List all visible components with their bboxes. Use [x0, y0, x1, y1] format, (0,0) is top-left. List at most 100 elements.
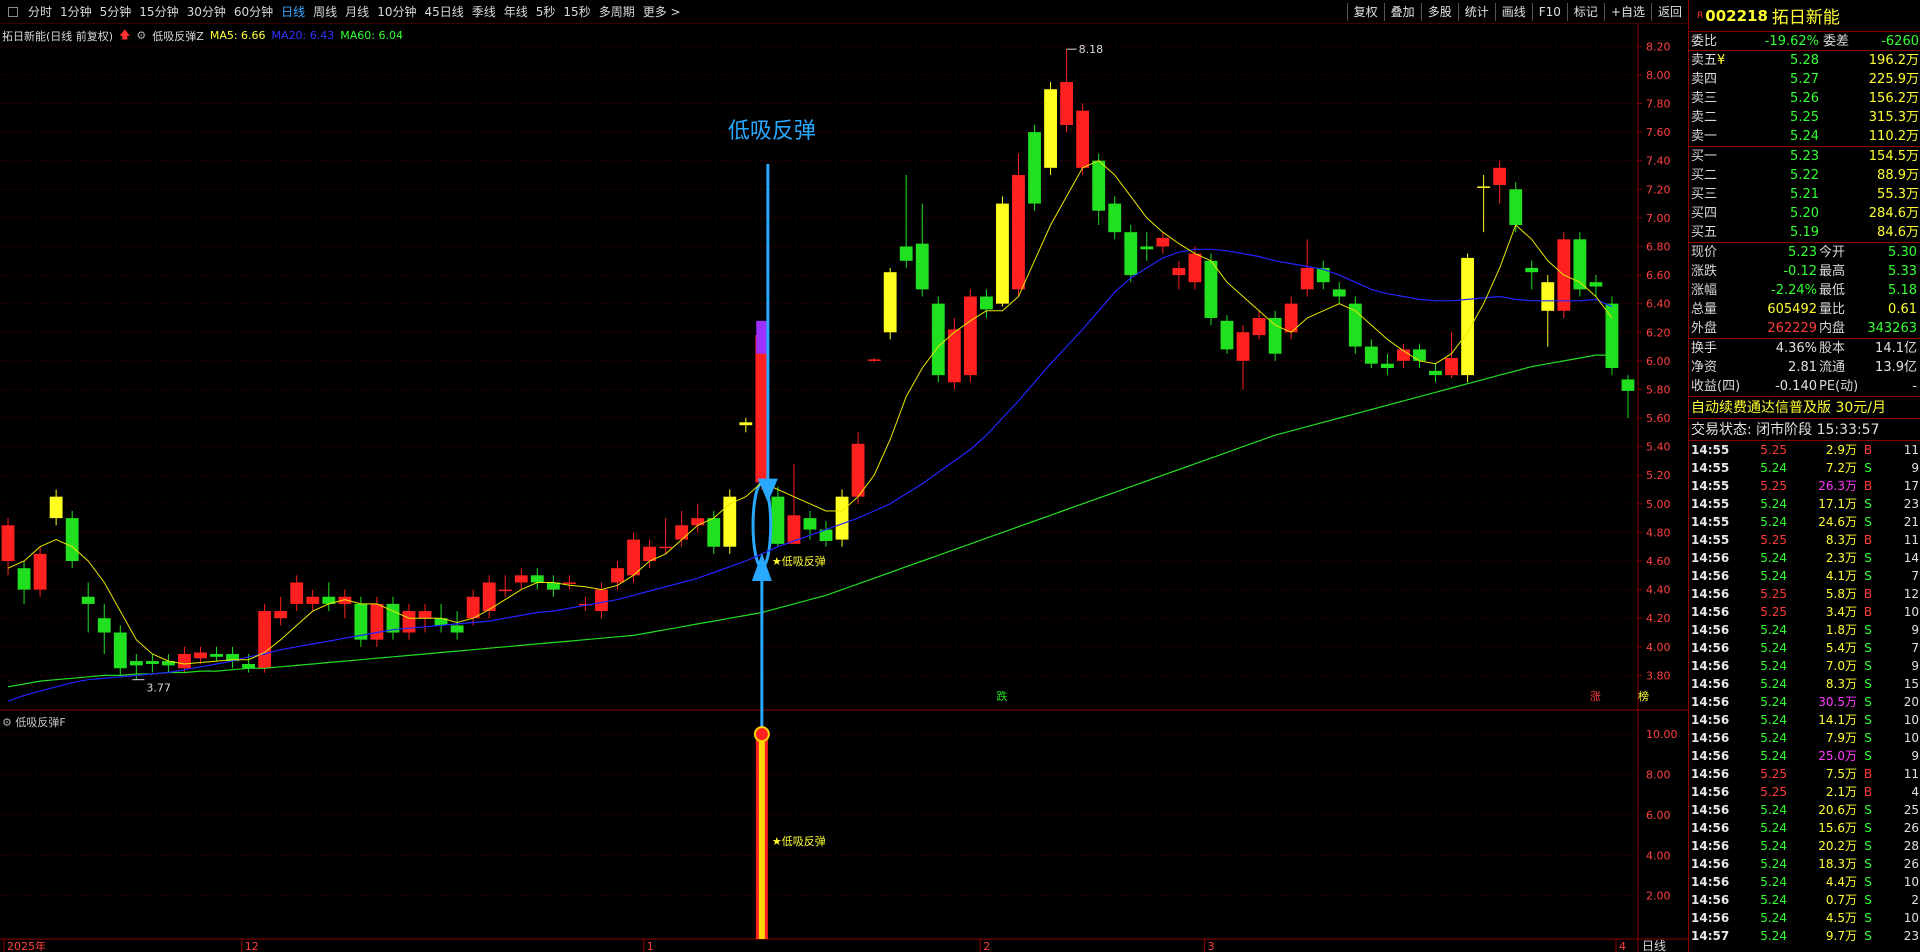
ask-price[interactable]: 5.26: [1747, 89, 1819, 108]
period-tab[interactable]: 60分钟: [230, 2, 277, 22]
candle-body: [498, 589, 512, 592]
candle-body: [803, 518, 817, 530]
period-tab[interactable]: 10分钟: [373, 2, 420, 22]
tick-count: 9: [1911, 461, 1919, 475]
period-tab[interactable]: 15秒: [559, 2, 594, 22]
tick-time: 14:56: [1691, 785, 1730, 799]
kline-chart-canvas[interactable]: 8.20 8.00 7.80 7.60 7.40 7.20 7.00 6.80 6.60 6.40…: [0, 24, 1688, 952]
tick-count: 4: [1911, 785, 1919, 799]
candle-body: [899, 246, 913, 261]
tick-price: 5.24: [1760, 875, 1787, 889]
period-tab[interactable]: 5分钟: [96, 2, 136, 22]
price-tick-label: 4.20: [1646, 612, 1671, 625]
tool-button[interactable]: 多股: [1420, 2, 1458, 21]
tool-button[interactable]: 复权: [1346, 2, 1384, 21]
tool-button[interactable]: 标记: [1566, 2, 1604, 21]
period-tab[interactable]: 日线: [277, 2, 309, 22]
period-tab[interactable]: 多周期: [595, 2, 639, 22]
indicator-name[interactable]: 低吸反弹Z: [152, 28, 204, 44]
candle-body: [739, 422, 753, 426]
tick-time: 14:56: [1691, 677, 1730, 691]
bid-price[interactable]: 5.21: [1747, 185, 1819, 204]
period-tab[interactable]: 年线: [500, 2, 532, 22]
tick-list[interactable]: 14:55 5.25 2.9万 B 11 14:55 5.24 7.2万 S 9 14:55 5.25…: [1689, 441, 1920, 945]
tick-row: 14:56 5.24 5.4万 S 7: [1689, 639, 1920, 657]
ask-price[interactable]: 5.25: [1747, 108, 1819, 127]
quote-stats: 现价 5.23 今开 5.30 涨跌 -0.12 最高 5.33 涨幅 -2.24% 最低 5.18 总…: [1689, 243, 1920, 339]
ask-volume: 110.2万: [1868, 129, 1919, 144]
tick-count: 9: [1911, 659, 1919, 673]
event-tag: 跌: [996, 689, 1007, 703]
tick-time: 14:55: [1691, 461, 1730, 475]
tick-row: 14:56 5.24 7.9万 S 10: [1689, 729, 1920, 747]
tool-button[interactable]: 叠加: [1383, 2, 1421, 21]
stat-label: 总量: [1691, 302, 1718, 317]
stock-name[interactable]: 拓日新能: [1772, 3, 1840, 28]
bid-price[interactable]: 5.22: [1747, 166, 1819, 185]
period-tab[interactable]: 季线: [468, 2, 500, 22]
bid-price[interactable]: 5.20: [1747, 204, 1819, 223]
wei-bi-row: 委比 -19.62% 委差 -6260: [1689, 32, 1920, 51]
tick-side: S: [1864, 893, 1872, 907]
price-tick-label: 4.40: [1646, 584, 1671, 597]
period-tab[interactable]: 30分钟: [183, 2, 230, 22]
promo-banner[interactable]: 自动续费通达信普及版 30元/月: [1689, 397, 1920, 419]
period-tab[interactable]: 15分钟: [135, 2, 182, 22]
tool-button[interactable]: 统计: [1457, 2, 1495, 21]
gear-icon[interactable]: ⚙: [136, 29, 146, 42]
sub-indicator-name[interactable]: 低吸反弹F: [15, 716, 65, 729]
candle-body: [49, 496, 63, 519]
tool-button[interactable]: 画线: [1494, 2, 1532, 21]
period-tab[interactable]: 5秒: [532, 2, 560, 22]
period-tab[interactable]: 1分钟: [56, 2, 96, 22]
tick-time: 14:56: [1691, 569, 1730, 583]
ask-levels: 卖五¥ 5.28 196.2万 卖四 5.27 225.9万 卖三 5.26 156.2万 卖二 5…: [1689, 51, 1920, 147]
tick-volume: 9.7万: [1825, 929, 1857, 943]
ask-price[interactable]: 5.28: [1747, 51, 1819, 70]
price-tick-label: 6.80: [1646, 240, 1671, 253]
period-tab[interactable]: 分时: [24, 2, 56, 22]
sub-indicator-legend[interactable]: ⚙ 低吸反弹F: [2, 714, 66, 730]
tick-time: 14:56: [1691, 839, 1730, 853]
candle-body: [1380, 363, 1394, 368]
tick-side: S: [1864, 803, 1872, 817]
tick-volume: 8.3万: [1825, 677, 1857, 691]
tool-button[interactable]: 返回: [1650, 2, 1688, 21]
bid-level: 买二: [1691, 168, 1718, 183]
candle-body: [1108, 203, 1122, 233]
tick-side: B: [1863, 533, 1873, 547]
grid-icon[interactable]: [4, 2, 24, 22]
period-tab[interactable]: 45日线: [420, 2, 467, 22]
tick-count: 20: [1903, 695, 1919, 709]
period-tab[interactable]: 月线: [341, 2, 373, 22]
candle-body: [1172, 267, 1186, 276]
candle-body: [675, 525, 689, 540]
gear-icon[interactable]: ⚙: [2, 716, 12, 729]
ma5-label: MA5: 6.66: [209, 29, 266, 42]
price-tick-label: 8.00: [1646, 69, 1671, 82]
ask-price[interactable]: 5.27: [1747, 70, 1819, 89]
bid-price[interactable]: 5.19: [1747, 223, 1819, 242]
tool-button[interactable]: F10: [1531, 2, 1567, 21]
ask-price[interactable]: 5.24: [1747, 127, 1819, 146]
ask-volume: 156.2万: [1868, 91, 1919, 106]
tick-side: S: [1864, 677, 1872, 691]
stock-code[interactable]: 002218: [1705, 7, 1768, 25]
candle-body: [1140, 246, 1154, 250]
tick-row: 14:56 5.25 2.1万 B 4: [1689, 783, 1920, 801]
tick-row: 14:56 5.25 3.4万 B 10: [1689, 603, 1920, 621]
wei-cha-label: 委差: [1823, 34, 1850, 49]
period-tab[interactable]: 周线: [309, 2, 341, 22]
tick-time: 14:56: [1691, 821, 1730, 835]
tick-row: 14:56 5.24 25.0万 S 9: [1689, 747, 1920, 765]
stat-label: 外盘: [1691, 321, 1718, 336]
bid-price[interactable]: 5.23: [1747, 147, 1819, 166]
kline-chart[interactable]: 8.20 8.00 7.80 7.60 7.40 7.20 7.00 6.80 6.60 6.40…: [0, 24, 1688, 952]
stat-row: 涨幅 -2.24% 最低 5.18: [1689, 281, 1920, 300]
tick-price: 5.24: [1760, 551, 1787, 565]
sub-tick-label: 10.00: [1646, 728, 1678, 741]
tick-count: 10: [1903, 911, 1919, 925]
tool-button[interactable]: +自选: [1603, 2, 1651, 21]
price-tick-label: 7.00: [1646, 212, 1671, 225]
period-tab[interactable]: 更多 >: [639, 2, 685, 22]
